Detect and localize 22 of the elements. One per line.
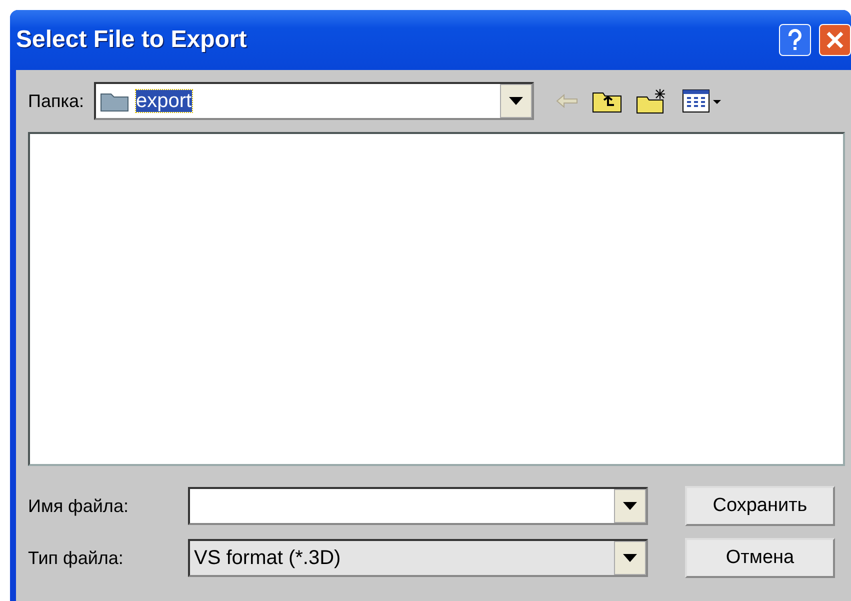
dropdown-button[interactable] bbox=[500, 84, 532, 118]
folder-label: Папка: bbox=[28, 90, 84, 112]
close-button[interactable] bbox=[819, 24, 851, 56]
folder-dropdown[interactable]: export bbox=[94, 82, 534, 120]
dropdown-button[interactable] bbox=[614, 541, 646, 575]
cancel-button[interactable]: Отмена bbox=[685, 538, 835, 578]
close-icon bbox=[826, 31, 844, 49]
view-menu-icon[interactable] bbox=[682, 89, 722, 113]
save-button[interactable]: Сохранить bbox=[685, 486, 835, 526]
caret-icon bbox=[623, 502, 637, 510]
file-type-dropdown[interactable]: VS format (*.3D) bbox=[188, 539, 648, 577]
dropdown-button[interactable] bbox=[614, 489, 646, 523]
caret-icon bbox=[508, 97, 523, 105]
file-name-field[interactable] bbox=[188, 487, 648, 525]
folder-name: export bbox=[136, 90, 192, 112]
file-name-label: Имя файла: bbox=[28, 496, 130, 516]
window-title: Select File to Export bbox=[16, 26, 248, 54]
new-folder-icon[interactable] bbox=[636, 88, 668, 114]
help-button[interactable] bbox=[779, 24, 811, 56]
help-icon bbox=[787, 29, 803, 51]
file-type-label: Тип файла: bbox=[28, 548, 124, 568]
caret-icon bbox=[623, 554, 637, 562]
